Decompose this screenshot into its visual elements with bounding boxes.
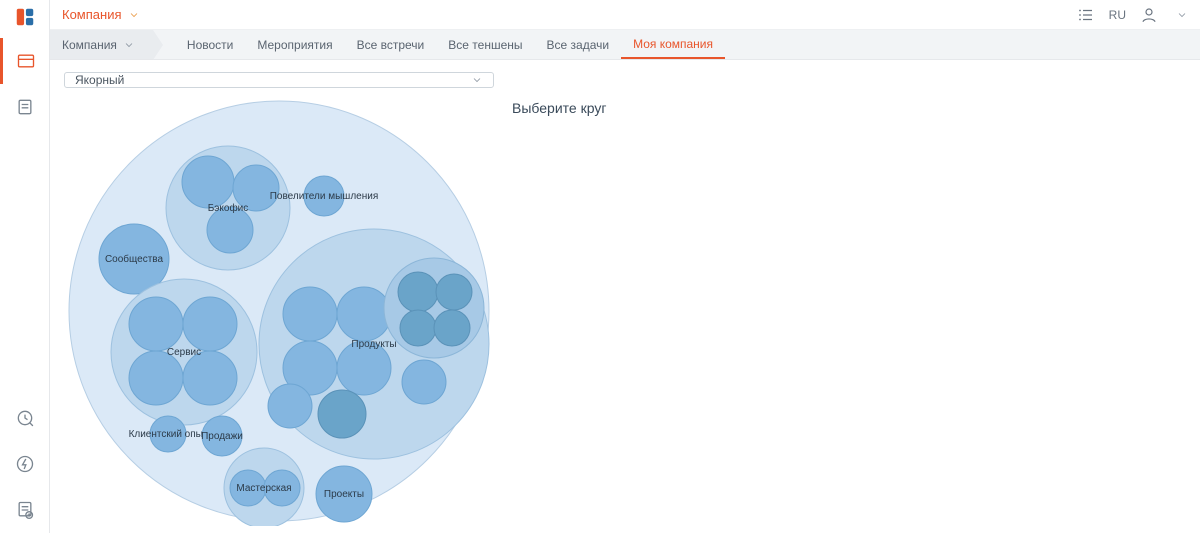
app-logo[interactable] bbox=[0, 2, 50, 32]
circle-node[interactable] bbox=[182, 156, 234, 208]
circle-pack-chart[interactable]: СообществаБэкофисПовелители мышленияСерв… bbox=[64, 96, 494, 526]
circle-select[interactable]: Якорный bbox=[64, 72, 494, 88]
tab-0[interactable]: Новости bbox=[175, 30, 245, 59]
circle-node[interactable] bbox=[337, 287, 391, 341]
circle-node[interactable] bbox=[150, 416, 186, 452]
tab-5[interactable]: Моя компания bbox=[621, 30, 725, 59]
circle-node[interactable] bbox=[318, 390, 366, 438]
circle-node[interactable] bbox=[129, 297, 183, 351]
language-switcher[interactable]: RU bbox=[1109, 8, 1126, 22]
nav-add-report[interactable] bbox=[0, 487, 50, 533]
nav-documents[interactable] bbox=[0, 84, 50, 130]
user-icon[interactable] bbox=[1140, 6, 1158, 24]
detail-placeholder: Выберите круг bbox=[512, 100, 1186, 116]
nav-dashboard[interactable] bbox=[0, 38, 50, 84]
circle-node[interactable] bbox=[183, 297, 237, 351]
circle-node[interactable] bbox=[402, 360, 446, 404]
circle-node[interactable] bbox=[183, 351, 237, 405]
select-value: Якорный bbox=[75, 73, 124, 87]
left-rail bbox=[0, 0, 50, 533]
circle-node[interactable] bbox=[337, 341, 391, 395]
circle-node[interactable] bbox=[230, 470, 266, 506]
circle-node[interactable] bbox=[264, 470, 300, 506]
topbar-title-dropdown[interactable]: Компания bbox=[62, 7, 140, 22]
circle-node[interactable] bbox=[233, 165, 279, 211]
chevron-down-icon bbox=[123, 39, 135, 51]
list-icon[interactable] bbox=[1077, 6, 1095, 24]
circle-node[interactable] bbox=[202, 416, 242, 456]
circle-node[interactable] bbox=[436, 274, 472, 310]
navbar: Компания НовостиМероприятияВсе встречиВс… bbox=[50, 30, 1200, 60]
circle-node[interactable] bbox=[268, 384, 312, 428]
circle-node[interactable] bbox=[434, 310, 470, 346]
circle-node[interactable] bbox=[283, 287, 337, 341]
tab-4[interactable]: Все задачи bbox=[535, 30, 622, 59]
topbar: Компания RU bbox=[50, 0, 1200, 30]
breadcrumb-root[interactable]: Компания bbox=[50, 30, 153, 59]
circle-node[interactable] bbox=[304, 176, 344, 216]
circle-node[interactable] bbox=[316, 466, 372, 522]
circle-node[interactable] bbox=[111, 279, 257, 425]
tab-1[interactable]: Мероприятия bbox=[245, 30, 344, 59]
breadcrumb-label: Компания bbox=[62, 38, 117, 52]
topbar-title-text: Компания bbox=[62, 7, 122, 22]
nav-energy[interactable] bbox=[0, 441, 50, 487]
circle-node[interactable] bbox=[207, 207, 253, 253]
chevron-down-icon bbox=[128, 9, 140, 21]
circle-node[interactable] bbox=[129, 351, 183, 405]
circle-node[interactable] bbox=[400, 310, 436, 346]
tab-3[interactable]: Все теншены bbox=[436, 30, 534, 59]
chevron-down-icon bbox=[471, 74, 483, 86]
nav-history[interactable] bbox=[0, 395, 50, 441]
chevron-down-icon[interactable] bbox=[1176, 9, 1188, 21]
circle-node[interactable] bbox=[398, 272, 438, 312]
circle-node[interactable] bbox=[384, 258, 484, 358]
tab-2[interactable]: Все встречи bbox=[345, 30, 437, 59]
nav-tabs: НовостиМероприятияВсе встречиВсе теншены… bbox=[175, 30, 725, 59]
